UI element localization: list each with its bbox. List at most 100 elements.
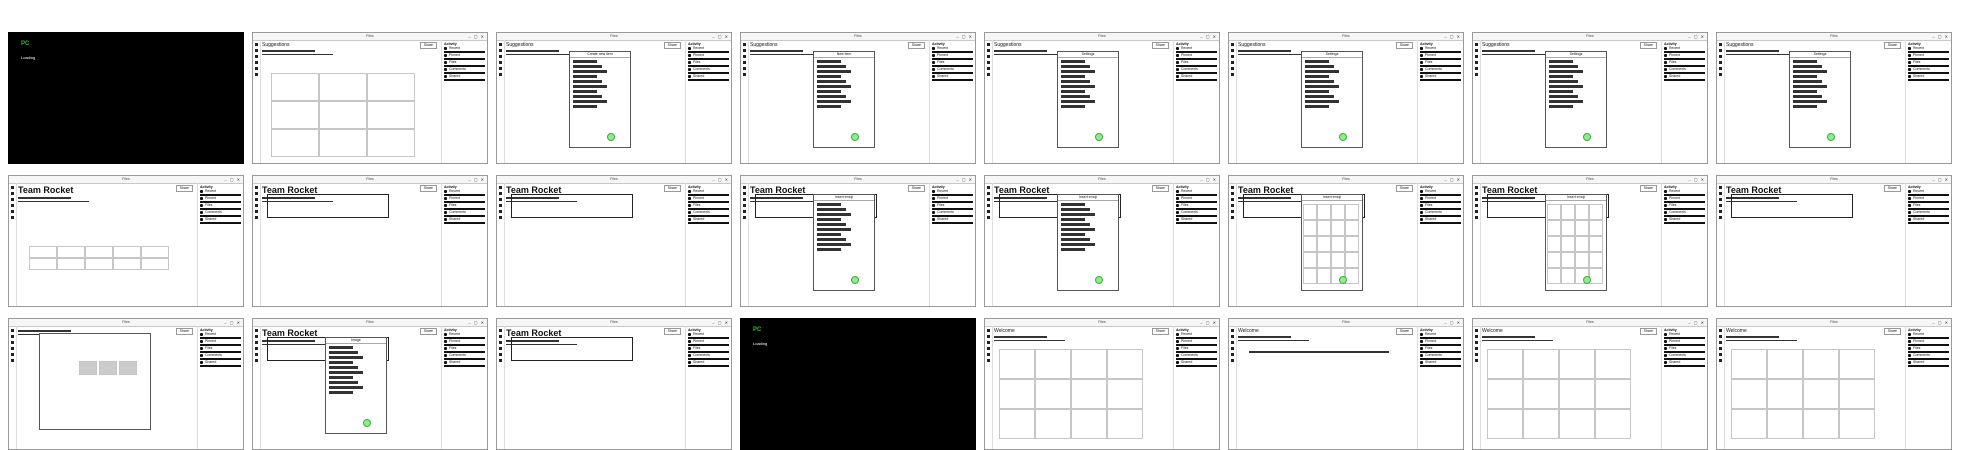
toolbar-icon[interactable]: [255, 192, 258, 195]
toolbar-icon[interactable]: [987, 216, 990, 219]
dialog-option[interactable]: [1793, 95, 1822, 98]
window-controls[interactable]: – ▢ ✕: [224, 177, 241, 182]
grid-cell[interactable]: [1559, 409, 1595, 439]
toolbar-icon[interactable]: [255, 204, 258, 207]
emoji-cell[interactable]: [1589, 268, 1603, 284]
toolbar-icon[interactable]: [11, 353, 14, 356]
emoji-cell[interactable]: [1547, 236, 1561, 252]
emoji-cell[interactable]: [1575, 252, 1589, 268]
toolbar-icon[interactable]: [255, 216, 258, 219]
dialog-option[interactable]: [329, 366, 358, 369]
dialog-option[interactable]: [1061, 228, 1095, 231]
dialog-option[interactable]: [1549, 95, 1578, 98]
toolbar-icon[interactable]: [1719, 186, 1722, 189]
dialog-option[interactable]: [1061, 223, 1090, 226]
dialog-option[interactable]: [1305, 100, 1339, 103]
grid-cell[interactable]: [1803, 409, 1839, 439]
grid-cell[interactable]: [1035, 349, 1071, 379]
toolbar-icon[interactable]: [255, 198, 258, 201]
toolbar-icon[interactable]: [11, 186, 14, 189]
grid-cell[interactable]: [1767, 349, 1803, 379]
dialog-option[interactable]: [1061, 80, 1090, 83]
grid-cell[interactable]: [1559, 349, 1595, 379]
dialog-option[interactable]: [1305, 95, 1334, 98]
grid-cell[interactable]: [1487, 379, 1523, 409]
window-controls[interactable]: – ▢ ✕: [1932, 34, 1949, 39]
toolbar-icon[interactable]: [987, 198, 990, 201]
window-controls[interactable]: – ▢ ✕: [1688, 320, 1705, 325]
toolbar-icon[interactable]: [255, 353, 258, 356]
toolbar-icon[interactable]: [987, 204, 990, 207]
toolbar-icon[interactable]: [1719, 359, 1722, 362]
grid-cell[interactable]: [1731, 379, 1767, 409]
grid-cell[interactable]: [1803, 349, 1839, 379]
toolbar-icon[interactable]: [1475, 55, 1478, 58]
grid-cell[interactable]: [1595, 409, 1631, 439]
window-controls[interactable]: – ▢ ✕: [1932, 320, 1949, 325]
toolbar-icon[interactable]: [499, 73, 502, 76]
grid-cell[interactable]: [1595, 379, 1631, 409]
dialog-option[interactable]: [817, 243, 851, 246]
toolbar-icon[interactable]: [1231, 210, 1234, 213]
dialog-option[interactable]: [817, 80, 846, 83]
dialog-option[interactable]: [329, 351, 358, 354]
dialog-option[interactable]: [1305, 90, 1329, 93]
toolbar-icon[interactable]: [1475, 43, 1478, 46]
toolbar-icon[interactable]: [1231, 335, 1234, 338]
window-controls[interactable]: – ▢ ✕: [712, 34, 729, 39]
toolbar-icon[interactable]: [743, 49, 746, 52]
grid-cell[interactable]: [319, 129, 367, 157]
emoji-cell[interactable]: [1561, 268, 1575, 284]
window-controls[interactable]: – ▢ ✕: [956, 177, 973, 182]
emoji-cell[interactable]: [1345, 204, 1359, 220]
toolbar-icon[interactable]: [987, 329, 990, 332]
dialog-option[interactable]: [1549, 75, 1573, 78]
window-controls[interactable]: – ▢ ✕: [1200, 34, 1217, 39]
grid-cell[interactable]: [1731, 409, 1767, 439]
toolbar-icon[interactable]: [499, 216, 502, 219]
dialog-option[interactable]: [1061, 233, 1085, 236]
toolbar-icon[interactable]: [499, 204, 502, 207]
toolbar-icon[interactable]: [255, 347, 258, 350]
emoji-cell[interactable]: [1561, 252, 1575, 268]
toolbar-icon[interactable]: [1231, 329, 1234, 332]
toolbar-icon[interactable]: [1475, 335, 1478, 338]
window-controls[interactable]: – ▢ ✕: [224, 320, 241, 325]
grid-cell[interactable]: [1523, 349, 1559, 379]
dialog-option[interactable]: [817, 208, 846, 211]
dialog-option[interactable]: [1549, 60, 1573, 63]
toolbar-icon[interactable]: [255, 43, 258, 46]
grid-cell[interactable]: [1523, 409, 1559, 439]
toolbar-icon[interactable]: [255, 61, 258, 64]
grid-cell[interactable]: [141, 258, 169, 270]
dialog-option[interactable]: [817, 228, 851, 231]
dialog-option[interactable]: [1549, 80, 1578, 83]
dialog-option[interactable]: [817, 213, 851, 216]
dialog-option[interactable]: [1549, 65, 1578, 68]
dialog-option[interactable]: [573, 75, 597, 78]
grid-cell[interactable]: [367, 73, 415, 101]
dialog-option[interactable]: [329, 371, 363, 374]
grid-cell[interactable]: [1523, 379, 1559, 409]
toolbar-icon[interactable]: [987, 192, 990, 195]
toolbar-icon[interactable]: [1719, 347, 1722, 350]
dialog-option[interactable]: [1061, 60, 1085, 63]
grid-cell[interactable]: [1839, 379, 1875, 409]
toolbar-icon[interactable]: [1231, 186, 1234, 189]
toolbar-icon[interactable]: [1475, 204, 1478, 207]
dialog-option[interactable]: [1061, 248, 1085, 251]
emoji-cell[interactable]: [1345, 236, 1359, 252]
dialog-option[interactable]: [1305, 60, 1329, 63]
toolbar-icon[interactable]: [499, 55, 502, 58]
emoji-cell[interactable]: [1331, 220, 1345, 236]
grid-cell[interactable]: [1559, 379, 1595, 409]
emoji-cell[interactable]: [1547, 220, 1561, 236]
grid-cell[interactable]: [999, 379, 1035, 409]
grid-cell[interactable]: [367, 101, 415, 129]
emoji-cell[interactable]: [1561, 236, 1575, 252]
toolbar-icon[interactable]: [499, 359, 502, 362]
window-controls[interactable]: – ▢ ✕: [1688, 34, 1705, 39]
window-controls[interactable]: – ▢ ✕: [1444, 320, 1461, 325]
toolbar-icon[interactable]: [255, 341, 258, 344]
dialog-option[interactable]: [1549, 105, 1573, 108]
